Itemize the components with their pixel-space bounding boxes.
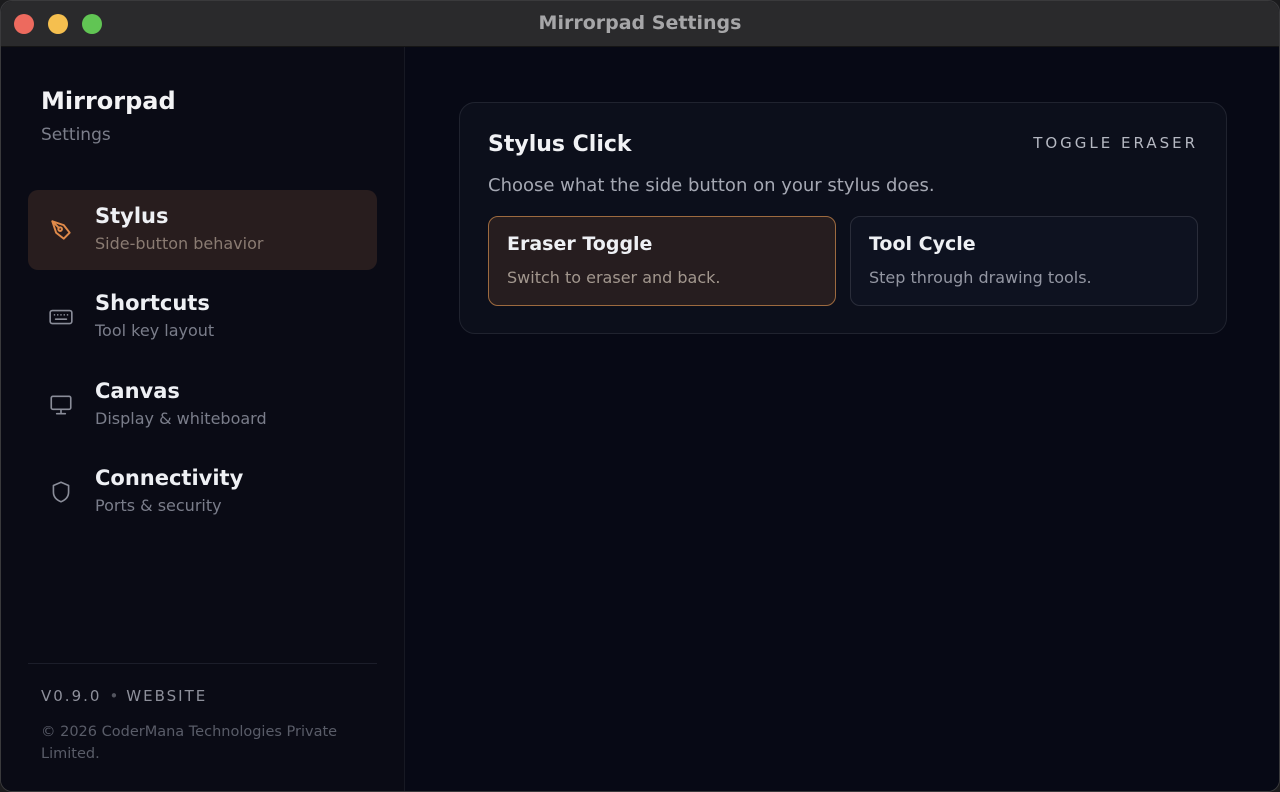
copyright-text: © 2026 CoderMana Technologies Private Li…	[41, 724, 338, 762]
sidebar-item-desc: Ports & security	[95, 496, 222, 515]
version-label: V0.9.0	[41, 687, 102, 705]
app-name: Mirrorpad	[41, 87, 176, 115]
window-title: Mirrorpad Settings	[538, 12, 742, 34]
sidebar-item-shortcuts[interactable]: Shortcuts Tool key layout	[28, 277, 377, 357]
shield-icon	[48, 479, 74, 505]
stylus-click-card: Stylus Click TOGGLE ERASER Choose what t…	[459, 102, 1227, 334]
card-title: Stylus Click	[488, 132, 632, 157]
sidebar: Mirrorpad Settings Stylus Side-button be…	[1, 47, 405, 791]
title-bar: Mirrorpad Settings	[1, 1, 1279, 47]
separator-dot: •	[109, 687, 119, 705]
sidebar-item-stylus[interactable]: Stylus Side-button behavior	[28, 190, 377, 270]
eraser-toggle-option[interactable]: Eraser Toggle Switch to eraser and back.	[488, 216, 836, 306]
option-title: Tool Cycle	[869, 233, 976, 255]
tool-cycle-option[interactable]: Tool Cycle Step through drawing tools.	[850, 216, 1198, 306]
pen-nib-icon	[48, 217, 74, 243]
footer-links: V0.9.0 • WEBSITE	[41, 687, 207, 705]
sidebar-item-canvas[interactable]: Canvas Display & whiteboard	[28, 365, 377, 445]
sidebar-item-label: Connectivity	[95, 466, 244, 490]
sidebar-item-label: Stylus	[95, 204, 169, 228]
sidebar-item-desc: Display & whiteboard	[95, 409, 267, 428]
current-mode-badge: TOGGLE ERASER	[1033, 134, 1198, 152]
sidebar-item-label: Shortcuts	[95, 291, 210, 315]
card-description: Choose what the side button on your styl…	[488, 175, 935, 196]
option-title: Eraser Toggle	[507, 233, 653, 255]
app-subtitle: Settings	[41, 125, 111, 145]
option-description: Step through drawing tools.	[869, 268, 1092, 287]
sidebar-item-connectivity[interactable]: Connectivity Ports & security	[28, 452, 377, 532]
sidebar-item-desc: Side-button behavior	[95, 234, 264, 253]
settings-window: Mirrorpad Settings Mirrorpad Settings St…	[0, 0, 1280, 792]
keyboard-icon	[48, 304, 74, 330]
monitor-icon	[48, 392, 74, 418]
website-link[interactable]: WEBSITE	[126, 687, 207, 705]
sidebar-divider	[28, 663, 377, 664]
main-content: Stylus Click TOGGLE ERASER Choose what t…	[405, 47, 1279, 791]
sidebar-item-label: Canvas	[95, 379, 180, 403]
sidebar-item-desc: Tool key layout	[95, 321, 215, 340]
option-description: Switch to eraser and back.	[507, 268, 721, 287]
